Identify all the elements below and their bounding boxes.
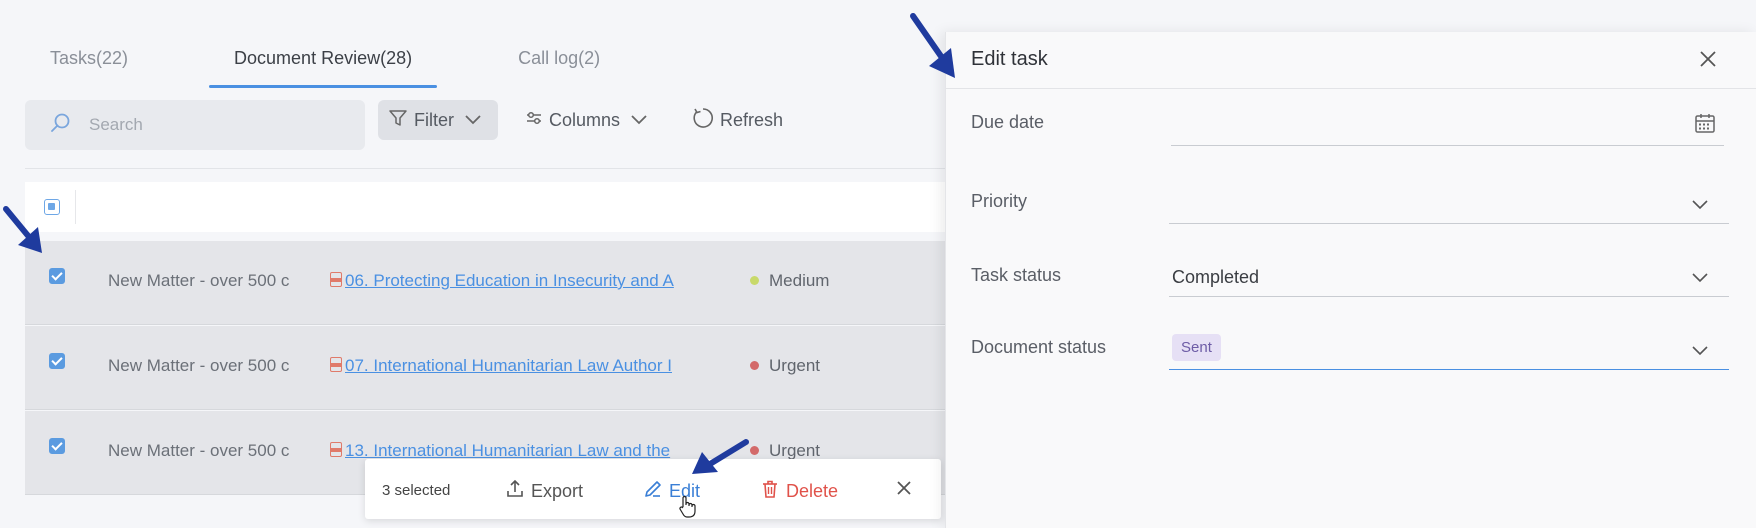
priority-cell: Urgent bbox=[750, 356, 820, 376]
close-icon[interactable] bbox=[895, 479, 919, 497]
status-badge: Sent bbox=[1172, 334, 1221, 361]
close-icon[interactable] bbox=[1698, 49, 1718, 74]
document-link[interactable]: 06. Protecting Education in Insecurity a… bbox=[330, 271, 725, 291]
task-status-value: Completed bbox=[1172, 267, 1260, 287]
search-placeholder: Search bbox=[89, 115, 143, 134]
upload-icon bbox=[505, 479, 531, 504]
refresh-label: Refresh bbox=[720, 109, 784, 130]
tab-document-review[interactable]: Document Review(28) bbox=[209, 38, 438, 88]
priority-label: Urgent bbox=[769, 356, 821, 375]
task-status-select[interactable]: Completed bbox=[1169, 253, 1729, 297]
priority-dot bbox=[750, 276, 759, 285]
document-link[interactable]: 07. International Humanitarian Law Autho… bbox=[330, 356, 725, 376]
row-checkbox[interactable] bbox=[49, 268, 65, 284]
matter-cell: New Matter - over 500 c bbox=[108, 441, 290, 460]
filter-icon bbox=[388, 108, 414, 133]
columns-settings-icon bbox=[525, 109, 549, 132]
panel-header: Edit task bbox=[946, 32, 1756, 89]
matter-cell: New Matter - over 500 c bbox=[108, 271, 290, 290]
export-label: Export bbox=[531, 481, 584, 501]
tab-tasks[interactable]: Tasks(22) bbox=[25, 38, 153, 88]
priority-label: Urgent bbox=[769, 441, 821, 460]
document-name: 06. Protecting Education in Insecurity a… bbox=[345, 271, 674, 290]
document-status-label: Document status bbox=[971, 337, 1107, 357]
due-date-field[interactable] bbox=[1171, 102, 1724, 146]
delete-button[interactable]: Delete bbox=[760, 479, 838, 504]
delete-label: Delete bbox=[786, 481, 839, 501]
refresh-icon bbox=[692, 107, 720, 134]
toolbar-divider bbox=[25, 168, 945, 169]
search-icon bbox=[49, 112, 71, 139]
document-name: 07. International Humanitarian Law Autho… bbox=[345, 356, 672, 375]
chevron-down-icon bbox=[1691, 198, 1709, 216]
header-divider bbox=[75, 190, 76, 224]
tab-call-log[interactable]: Call log(2) bbox=[493, 38, 625, 88]
document-link[interactable]: 13. International Humanitarian Law and t… bbox=[330, 441, 725, 461]
calendar-icon[interactable] bbox=[1694, 112, 1716, 139]
annotation-arrow-icon bbox=[3, 206, 42, 253]
due-date-label: Due date bbox=[971, 112, 1045, 132]
priority-label: Priority bbox=[971, 191, 1028, 211]
priority-dot bbox=[750, 446, 759, 455]
annotation-arrow-icon bbox=[692, 439, 749, 474]
row-checkbox[interactable] bbox=[49, 353, 65, 369]
table-row[interactable]: New Matter - over 500 c 07. Internationa… bbox=[25, 326, 945, 410]
hand-cursor-icon bbox=[677, 495, 703, 524]
columns-label: Columns bbox=[549, 109, 621, 130]
selected-count: 3 selected bbox=[382, 482, 451, 499]
refresh-button[interactable]: Refresh bbox=[692, 100, 783, 140]
row-checkbox[interactable] bbox=[49, 438, 65, 454]
annotation-arrow-icon bbox=[910, 13, 955, 78]
document-name: 13. International Humanitarian Law and t… bbox=[345, 441, 671, 460]
filter-label: Filter bbox=[414, 109, 454, 130]
chevron-down-icon bbox=[464, 110, 488, 131]
bulk-action-bar: 3 selected Export Edit Delete bbox=[365, 459, 941, 519]
search-input[interactable]: Search bbox=[25, 100, 365, 150]
chevron-down-icon bbox=[630, 110, 654, 131]
priority-label: Medium bbox=[769, 271, 830, 290]
export-button[interactable]: Export bbox=[505, 479, 583, 504]
table-row[interactable]: New Matter - over 500 c 06. Protecting E… bbox=[25, 241, 945, 325]
tab-bar: Tasks(22) Document Review(28) Call log(2… bbox=[25, 38, 681, 88]
chevron-down-icon bbox=[1691, 344, 1709, 362]
pdf-file-icon bbox=[330, 357, 342, 372]
matter-cell: New Matter - over 500 c bbox=[108, 356, 290, 375]
chevron-down-icon bbox=[1691, 271, 1709, 289]
table-header bbox=[25, 182, 945, 232]
priority-cell: Medium bbox=[750, 271, 829, 291]
trash-icon bbox=[760, 479, 786, 504]
pdf-file-icon bbox=[330, 442, 342, 457]
panel-title: Edit task bbox=[971, 48, 1048, 70]
priority-dot bbox=[750, 361, 759, 370]
columns-button[interactable]: Columns bbox=[525, 100, 654, 140]
task-status-label: Task status bbox=[971, 265, 1062, 285]
document-status-select[interactable]: Sent bbox=[1169, 326, 1729, 370]
priority-cell: Urgent bbox=[750, 441, 820, 461]
edit-task-panel: Edit task Due date Priority Task status … bbox=[945, 32, 1756, 528]
pencil-icon bbox=[643, 479, 669, 504]
priority-select[interactable] bbox=[1169, 180, 1729, 224]
pdf-file-icon bbox=[330, 272, 342, 287]
filter-button[interactable]: Filter bbox=[378, 100, 498, 140]
